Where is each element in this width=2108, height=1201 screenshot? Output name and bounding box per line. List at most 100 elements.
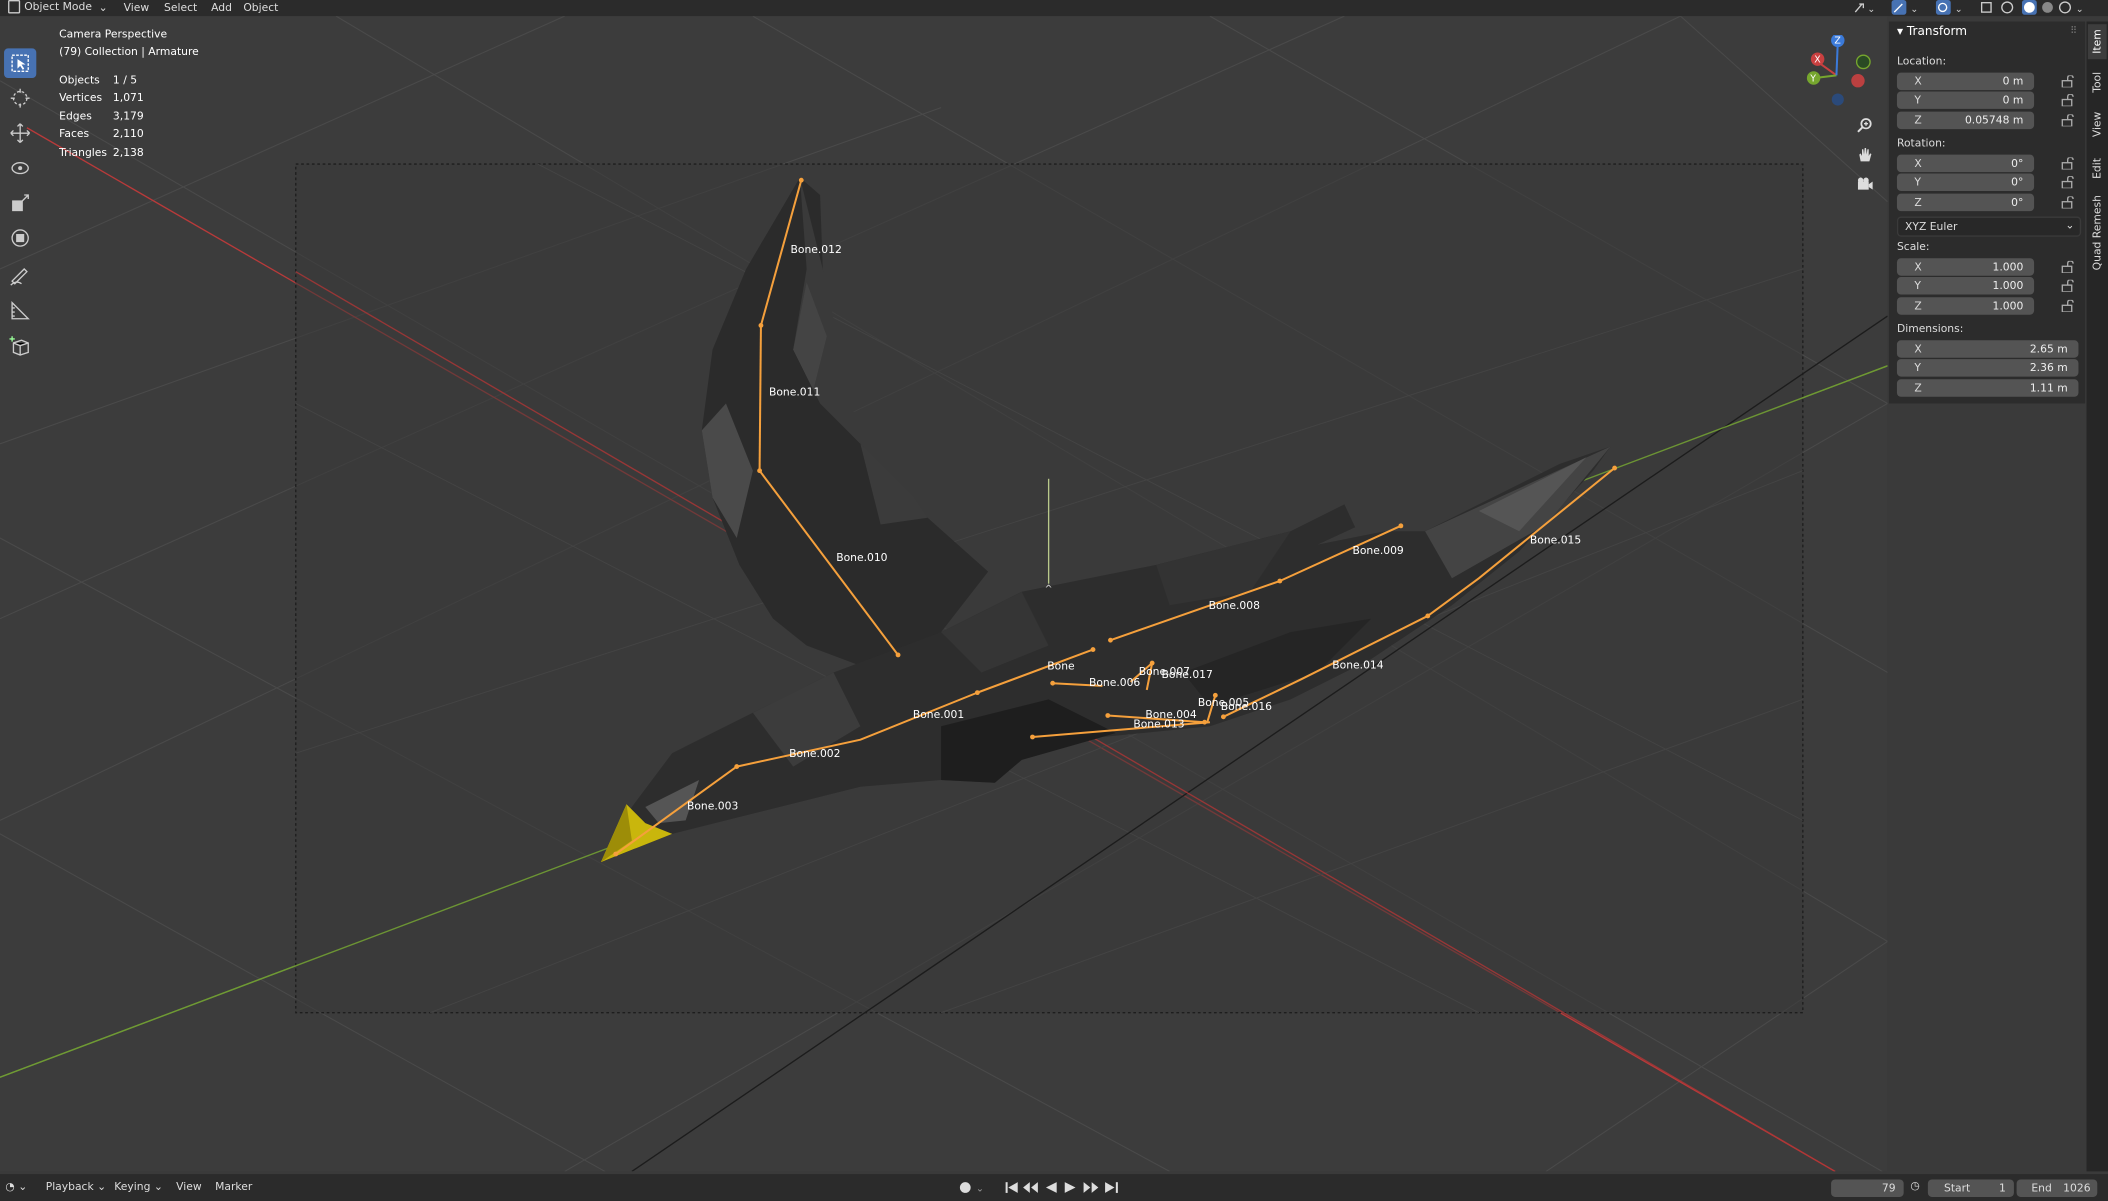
chevron-down-icon[interactable]: ⌄ bbox=[1910, 4, 1918, 15]
prev-keyframe-icon[interactable] bbox=[1023, 1182, 1038, 1193]
bone-label: Bone.013 bbox=[1133, 718, 1184, 731]
lock-icon[interactable] bbox=[2061, 176, 2074, 189]
chevron-down-icon[interactable]: ⌄ bbox=[2076, 4, 2084, 15]
start-frame-field[interactable]: Start 1 bbox=[1927, 1179, 2014, 1197]
tab-edit[interactable]: Edit bbox=[2088, 151, 2107, 186]
rotation-z-field[interactable]: Z 0° bbox=[1896, 193, 2035, 212]
location-y-field[interactable]: Y0 m bbox=[1896, 91, 2035, 109]
bone-label: Bone.015 bbox=[1530, 533, 1581, 546]
rendered-shading-icon[interactable] bbox=[2058, 1, 2072, 14]
editor-type-button[interactable]: ◔ ⌄ bbox=[5, 1181, 27, 1193]
tab-view[interactable]: View bbox=[2088, 105, 2107, 145]
rotate-icon bbox=[11, 162, 29, 175]
lock-icon[interactable] bbox=[2061, 75, 2074, 88]
chevron-down-icon: ⌄ bbox=[2065, 219, 2075, 232]
xray-toggle-icon[interactable] bbox=[1980, 2, 1992, 13]
dimensions-y-field[interactable]: Y 2.36 m bbox=[1896, 359, 2079, 377]
add-cube-tool[interactable] bbox=[4, 331, 36, 361]
rotation-mode-select[interactable]: XYZ Euler ⌄ bbox=[1896, 216, 2082, 237]
bone-label: Bone.016 bbox=[1221, 700, 1272, 713]
view-object-types-icon[interactable] bbox=[1854, 3, 1865, 13]
lock-icon[interactable] bbox=[2061, 114, 2074, 127]
play-reverse-icon[interactable] bbox=[1045, 1182, 1057, 1193]
playback-menu[interactable]: Playback ⌄ bbox=[46, 1181, 106, 1193]
gizmo-neg-z-axis[interactable] bbox=[1831, 93, 1844, 106]
menu-view[interactable]: View bbox=[124, 1, 150, 13]
scale-tool[interactable] bbox=[4, 188, 36, 218]
gizmo-neg-y-axis[interactable] bbox=[1855, 54, 1871, 70]
clock-icon: ◔ bbox=[5, 1180, 15, 1193]
mode-dropdown[interactable]: Object Mode ⌄ bbox=[8, 0, 108, 16]
location-z-field[interactable]: Z 0.05748 m bbox=[1896, 111, 2035, 130]
rotation-x-field[interactable]: X 0° bbox=[1896, 154, 2035, 173]
keying-menu[interactable]: Keying ⌄ bbox=[114, 1181, 163, 1193]
lock-icon[interactable] bbox=[2061, 157, 2074, 170]
tab-quad-remesh[interactable]: Quad Remesh bbox=[2088, 191, 2107, 274]
chevron-down-icon[interactable]: ⌄ bbox=[976, 1184, 984, 1195]
annotate-tool[interactable] bbox=[4, 261, 36, 291]
jump-end-icon[interactable] bbox=[1105, 1182, 1118, 1193]
mode-label: Object Mode bbox=[24, 0, 92, 13]
add-cube-icon bbox=[9, 336, 29, 356]
current-frame-field[interactable]: 79 bbox=[1831, 1179, 1904, 1197]
scale-y-field[interactable]: Y 1.000 bbox=[1896, 277, 2035, 295]
rotate-tool[interactable] bbox=[4, 153, 36, 183]
transform-tool[interactable] bbox=[4, 223, 36, 253]
view-menu[interactable]: View bbox=[176, 1181, 202, 1193]
lock-icon[interactable] bbox=[2061, 196, 2074, 209]
record-button[interactable] bbox=[959, 1182, 971, 1193]
lock-icon[interactable] bbox=[2061, 299, 2074, 313]
end-frame-field[interactable]: End 1026 bbox=[2016, 1179, 2098, 1197]
dimensions-z-field[interactable]: Z 1.11 m bbox=[1896, 379, 2079, 397]
menu-add[interactable]: Add bbox=[211, 1, 232, 13]
menu-object[interactable]: Object bbox=[243, 1, 278, 13]
move-tool[interactable] bbox=[4, 118, 36, 148]
bone-label: Bone.012 bbox=[791, 243, 842, 256]
wireframe-shading-icon[interactable] bbox=[2001, 1, 2014, 14]
tab-tool[interactable]: Tool bbox=[2088, 65, 2107, 100]
3d-viewport[interactable]: ^ Bone.012 Bone.011 Bone.010 Bone.009 Bo… bbox=[0, 16, 1888, 1172]
location-label: Location: bbox=[1896, 55, 1947, 68]
lock-icon[interactable] bbox=[2061, 279, 2074, 292]
marker-menu[interactable]: Marker bbox=[215, 1181, 252, 1193]
dimensions-x-field[interactable]: X 2.65 m bbox=[1896, 340, 2079, 358]
solid-shading-icon[interactable] bbox=[2021, 0, 2037, 15]
scale-z-field[interactable]: Z 1.000 bbox=[1896, 297, 2035, 315]
gizmo-x-label: X bbox=[1814, 55, 1821, 66]
pan-button[interactable] bbox=[1853, 143, 1877, 167]
jump-start-icon[interactable] bbox=[1005, 1182, 1018, 1193]
material-shading-icon[interactable] bbox=[2042, 2, 2053, 13]
play-icon[interactable] bbox=[1064, 1182, 1076, 1193]
stopwatch-icon: ◷ bbox=[1910, 1179, 1920, 1192]
pencil-icon bbox=[10, 268, 28, 286]
preview-range-button[interactable]: ◷ bbox=[1910, 1179, 1919, 1191]
camera-view-button[interactable] bbox=[1853, 172, 1877, 196]
scale-x-field[interactable]: X 1.000 bbox=[1896, 258, 2035, 276]
measure-tool[interactable] bbox=[4, 296, 36, 326]
next-keyframe-icon[interactable] bbox=[1083, 1182, 1099, 1193]
select-box-tool[interactable] bbox=[4, 48, 37, 79]
sidebar-tabs: Item Tool View Edit Quad Remesh bbox=[2086, 21, 2108, 1172]
chevron-down-icon[interactable]: ⌄ bbox=[1955, 4, 1963, 15]
tab-item[interactable]: Item bbox=[2087, 24, 2107, 60]
navigation-gizmo[interactable]: Z X Y bbox=[1799, 34, 1880, 116]
cursor-tool[interactable] bbox=[4, 83, 36, 113]
drag-handle-icon[interactable]: ⠿ bbox=[2070, 26, 2077, 37]
object-mode-icon bbox=[8, 0, 21, 14]
select-box-icon bbox=[11, 54, 29, 72]
stat-row: Objects 1 / 5 bbox=[59, 73, 138, 87]
location-x-field[interactable]: X0 m bbox=[1896, 72, 2035, 91]
gizmo-y-label: Y bbox=[1809, 73, 1816, 84]
menu-select[interactable]: Select bbox=[164, 1, 197, 13]
zoom-button[interactable] bbox=[1853, 113, 1877, 137]
chevron-down-icon[interactable]: ⌄ bbox=[1867, 4, 1875, 15]
lock-icon[interactable] bbox=[2061, 260, 2074, 274]
gizmo-toggle-icon[interactable] bbox=[1891, 0, 1907, 15]
transform-panel-header[interactable]: ▾ Transform bbox=[1897, 26, 1967, 39]
transform-panel: ▾ Transform ⠿ Location: X0 m Y0 m Z 0.057… bbox=[1888, 21, 2086, 404]
gizmo-neg-x-axis[interactable] bbox=[1851, 73, 1865, 88]
rotation-label: Rotation: bbox=[1896, 137, 1946, 150]
lock-icon[interactable] bbox=[2061, 94, 2074, 107]
rotation-y-field[interactable]: Y 0° bbox=[1896, 173, 2035, 191]
overlay-toggle-icon[interactable] bbox=[1935, 0, 1951, 15]
